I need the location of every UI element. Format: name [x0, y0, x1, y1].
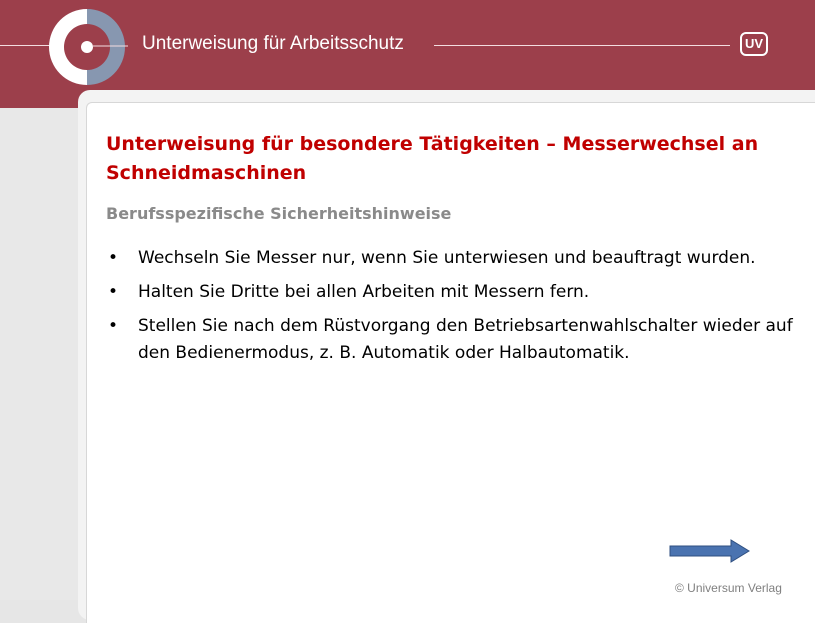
logo-icon [49, 9, 128, 85]
bullet-icon: • [107, 282, 119, 302]
arrow-right-icon [669, 539, 750, 563]
bullet-list: • Wechseln Sie Messer nur, wenn Sie unte… [106, 245, 796, 374]
bullet-text: Halten Sie Dritte bei allen Arbeiten mit… [138, 282, 590, 302]
publisher-badge: UV [740, 32, 768, 56]
bullet-icon: • [107, 248, 119, 268]
bullet-item: • Halten Sie Dritte bei allen Arbeiten m… [106, 279, 796, 306]
next-slide-button[interactable] [669, 538, 751, 564]
bullet-text: Stellen Sie nach dem Rüstvorgang den Bet… [138, 316, 793, 363]
bullet-icon: • [107, 316, 119, 336]
bullet-text: Wechseln Sie Messer nur, wenn Sie unterw… [138, 248, 756, 268]
bullet-item: • Wechseln Sie Messer nur, wenn Sie unte… [106, 245, 796, 272]
app-title: Unterweisung für Arbeitsschutz [142, 33, 404, 54]
bullet-item: • Stellen Sie nach dem Rüstvorgang den B… [106, 313, 796, 367]
left-margin [0, 108, 78, 600]
copyright-notice: © Universum Verlag [675, 581, 782, 595]
header-divider-right [434, 45, 730, 46]
header-divider-left [0, 45, 50, 46]
slide-title: Unterweisung für besondere Tätigkeiten –… [106, 133, 759, 184]
slide-subtitle: Berufsspezifische Sicherheitshinweise [106, 204, 452, 223]
